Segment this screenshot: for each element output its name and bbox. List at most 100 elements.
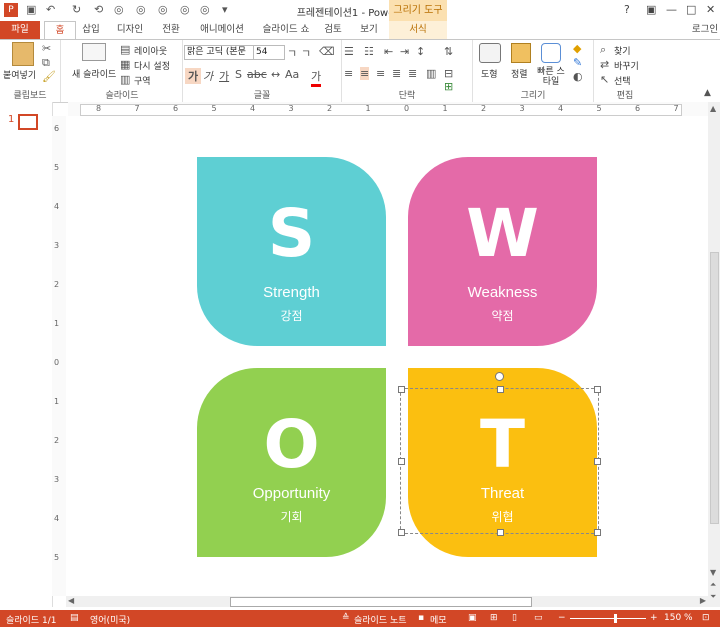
tab-animations[interactable]: 애니메이션 (194, 21, 250, 39)
quick-styles-button[interactable]: 빠른 스타일 (535, 67, 567, 87)
section-button[interactable]: 구역 (134, 74, 151, 87)
decrease-indent-icon[interactable]: ⇤ (384, 45, 393, 58)
paste-icon[interactable] (12, 42, 34, 66)
help-button[interactable]: ? (624, 3, 630, 16)
rotate-handle-icon[interactable] (495, 372, 504, 381)
slideshow-icon[interactable]: ▭ (534, 613, 543, 623)
collapse-ribbon-icon[interactable]: ▲ (704, 88, 711, 98)
increase-font-icon[interactable]: ㄱ (287, 45, 297, 61)
zoom-slider[interactable] (570, 618, 646, 619)
arrange-button[interactable]: 정렬 (511, 67, 528, 80)
slide-canvas[interactable]: S Strength 강점 W Weakness 약점 O Opportunit… (66, 116, 708, 596)
scroll-left-icon[interactable]: ◀ (68, 596, 74, 605)
bold-icon[interactable]: 가 (185, 68, 202, 84)
justify-icon[interactable]: ≣ (392, 67, 401, 80)
reset-icon[interactable]: ▦ (120, 58, 130, 71)
resize-handle[interactable] (497, 386, 504, 393)
numbering-icon[interactable]: ☷ (364, 45, 374, 58)
spelling-icon[interactable]: ▤ (70, 613, 79, 623)
tab-format[interactable]: 서식 (389, 21, 447, 39)
notes-icon[interactable]: ≙ (342, 613, 350, 623)
tab-file[interactable]: 파일 (0, 21, 40, 39)
horizontal-scrollbar[interactable]: ◀ ▶ (66, 596, 708, 607)
layout-icon[interactable]: ▤ (120, 43, 130, 56)
select-button[interactable]: 선택 (614, 74, 631, 87)
normal-view-icon[interactable]: ▣ (468, 613, 477, 623)
shapes-icon[interactable] (479, 43, 501, 63)
paste-button[interactable]: 붙여넣기 (3, 68, 36, 81)
clear-formatting-icon[interactable]: ⌫ (319, 45, 335, 58)
tab-slideshow[interactable]: 슬라이드 쇼 (258, 21, 314, 39)
reading-view-icon[interactable]: ▯ (512, 613, 517, 623)
scroll-right-icon[interactable]: ▶ (700, 596, 706, 605)
arrange-icon[interactable] (511, 43, 531, 63)
comments-button[interactable]: 메모 (430, 613, 447, 626)
columns-icon[interactable]: ▥ (426, 67, 436, 80)
align-right-icon[interactable]: ≡ (376, 67, 385, 80)
signin-link[interactable]: 로그인 (690, 21, 720, 39)
text-direction-icon[interactable]: ⇅ (444, 45, 453, 58)
resize-handle[interactable] (398, 458, 405, 465)
previous-slide-icon[interactable]: ⏶ (710, 580, 716, 590)
shape-outline-icon[interactable]: ✎ (573, 56, 582, 69)
copy-icon[interactable]: ⧉ (42, 56, 50, 70)
restore-button[interactable]: □ (686, 3, 696, 16)
fit-to-window-icon[interactable]: ⊡ (702, 613, 710, 623)
tab-insert[interactable]: 삽입 (78, 21, 104, 39)
font-color-icon[interactable]: 가 (311, 68, 322, 87)
zoom-out-button[interactable]: − (558, 613, 566, 623)
new-slide-icon[interactable] (82, 43, 106, 61)
resize-handle[interactable] (398, 386, 405, 393)
next-slide-icon[interactable]: ⏷ (710, 592, 716, 602)
slide-thumbnail[interactable] (18, 114, 38, 130)
scroll-down-icon[interactable]: ▼ (710, 568, 716, 577)
quick-styles-icon[interactable] (541, 43, 561, 63)
close-button[interactable]: ✕ (706, 3, 715, 16)
comments-icon[interactable]: ▪ (418, 613, 424, 623)
cut-icon[interactable]: ✂ (42, 42, 51, 55)
minimize-button[interactable]: — (666, 3, 677, 16)
align-center-icon[interactable]: ≡ (360, 67, 370, 80)
align-left-icon[interactable]: ≡ (344, 67, 353, 80)
increase-indent-icon[interactable]: ⇥ (400, 45, 409, 58)
line-spacing-icon[interactable]: ↕ (416, 45, 425, 58)
resize-handle[interactable] (497, 529, 504, 536)
reset-button[interactable]: 다시 설정 (134, 59, 170, 72)
resize-handle[interactable] (594, 458, 601, 465)
tab-view[interactable]: 보기 (356, 21, 382, 39)
strikethrough-icon[interactable]: abc (247, 68, 267, 81)
language-indicator[interactable]: 영어(미국) (90, 613, 130, 626)
bullets-icon[interactable]: ☰ (344, 45, 354, 58)
replace-button[interactable]: 바꾸기 (614, 59, 639, 72)
decrease-font-icon[interactable]: ㄱ (301, 45, 311, 61)
horizontal-scroll-thumb[interactable] (230, 597, 532, 607)
ribbon-display-button[interactable]: ▣ (646, 3, 656, 16)
resize-handle[interactable] (398, 529, 405, 536)
tab-design[interactable]: 디자인 (112, 21, 148, 39)
swot-tile-weakness[interactable]: W Weakness 약점 (408, 157, 597, 346)
character-spacing-icon[interactable]: ↔ (271, 68, 280, 81)
zoom-slider-thumb[interactable] (614, 614, 617, 623)
resize-handle[interactable] (594, 386, 601, 393)
layout-button[interactable]: 레이아웃 (134, 44, 167, 57)
vertical-scrollbar[interactable]: ▲ ▼ ⏶ ⏷ (708, 102, 720, 607)
swot-tile-strength[interactable]: S Strength 강점 (197, 157, 386, 346)
change-case-icon[interactable]: Aa (285, 68, 299, 81)
shape-fill-icon[interactable]: ◆ (573, 42, 581, 55)
section-icon[interactable]: ▥ (120, 73, 130, 86)
font-name-box[interactable]: 맑은 고딕 (본문 (184, 45, 254, 60)
shapes-button[interactable]: 도형 (481, 67, 498, 80)
underline-icon[interactable]: 가 (219, 68, 229, 84)
resize-handle[interactable] (594, 529, 601, 536)
tab-review[interactable]: 검토 (320, 21, 346, 39)
swot-tile-opportunity[interactable]: O Opportunity 기회 (197, 368, 386, 557)
shape-effects-icon[interactable]: ◐ (573, 70, 583, 83)
find-button[interactable]: 찾기 (614, 44, 631, 57)
notes-button[interactable]: 슬라이드 노트 (354, 613, 407, 626)
text-selection-box[interactable] (398, 372, 601, 536)
tab-home[interactable]: 홈 (44, 21, 76, 39)
shadow-icon[interactable]: S (235, 68, 242, 81)
distributed-icon[interactable]: ≣ (408, 67, 417, 80)
vertical-scroll-thumb[interactable] (710, 252, 719, 524)
slide-sorter-icon[interactable]: ⊞ (490, 613, 498, 623)
